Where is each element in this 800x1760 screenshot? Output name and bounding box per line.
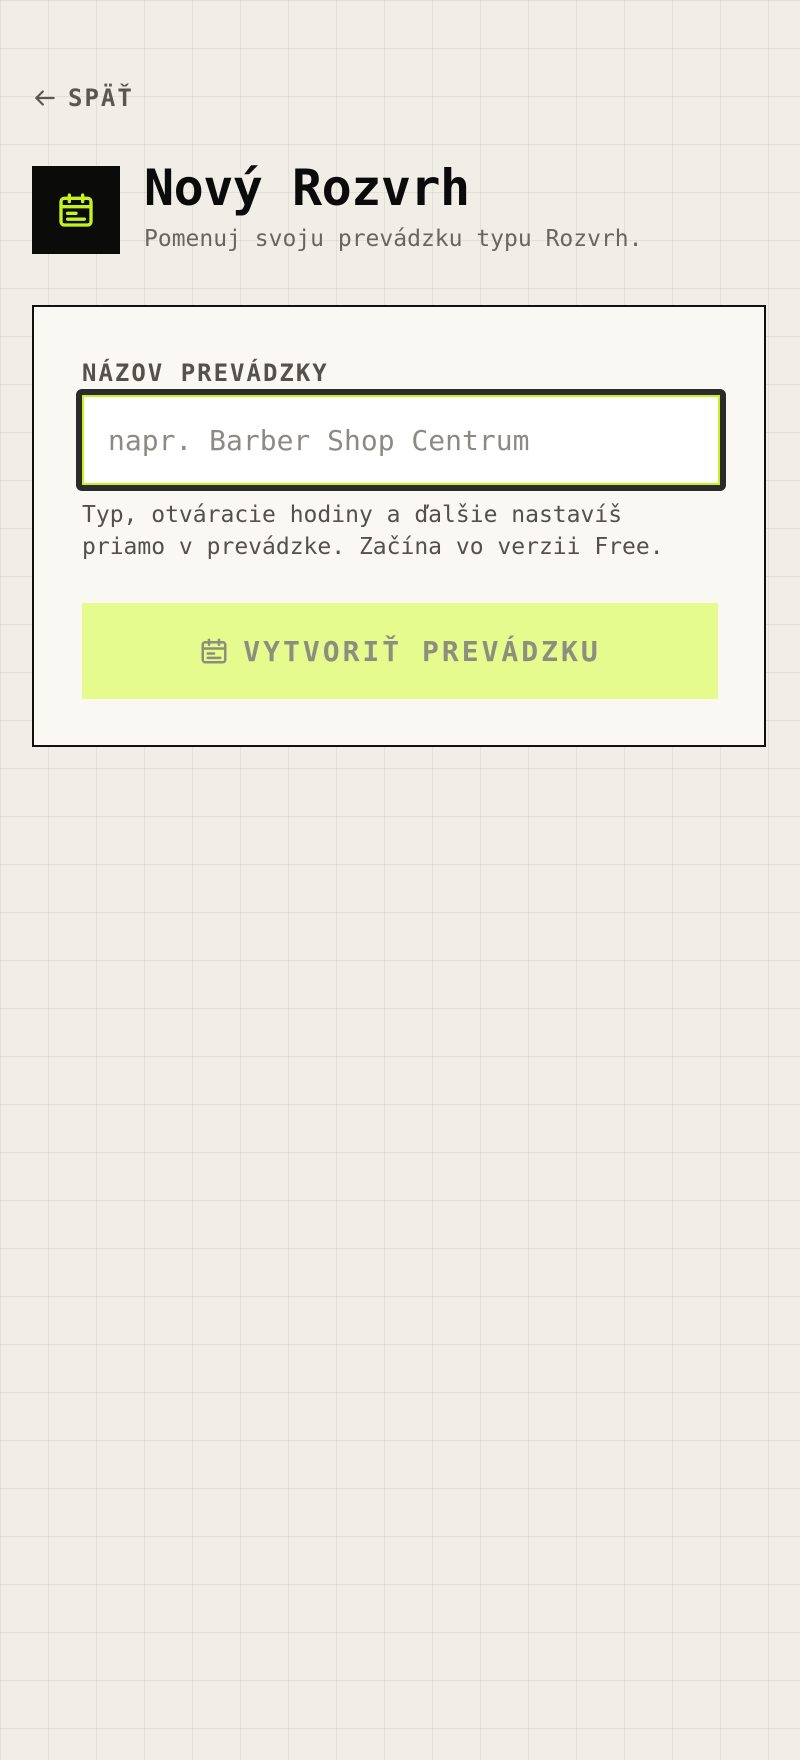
create-business-label: VYTVORIŤ PREVÁDZKU: [243, 634, 601, 668]
helper-text-line: priamo v prevádzke. Začína vo verzii Fre…: [82, 534, 664, 560]
field-label: NÁZOV PREVÁDZKY: [82, 359, 329, 387]
input-frame: [82, 395, 720, 485]
calendar-icon: [56, 190, 96, 230]
header-icon-tile: [32, 166, 120, 254]
arrow-left-icon: [32, 85, 58, 111]
page-subtitle: Pomenuj svoju prevádzku typu Rozvrh.: [144, 226, 643, 252]
helper-text: Typ, otváracie hodiny a ďalšie nastavíš …: [82, 499, 732, 563]
create-business-button[interactable]: VYTVORIŤ PREVÁDZKU: [82, 603, 718, 699]
input-focus-ring: [76, 389, 726, 491]
page-header: Nový Rozvrh Pomenuj svoju prevádzku typu…: [32, 159, 772, 254]
calendar-icon: [199, 636, 229, 666]
back-label: SPÄŤ: [68, 84, 134, 112]
back-link[interactable]: SPÄŤ: [32, 80, 134, 116]
form-card: NÁZOV PREVÁDZKY Typ, otváracie hodiny a …: [32, 305, 766, 747]
page-title: Nový Rozvrh: [144, 159, 470, 217]
helper-text-line: Typ, otváracie hodiny a ďalšie nastavíš: [82, 502, 623, 528]
business-name-input[interactable]: [84, 397, 718, 483]
